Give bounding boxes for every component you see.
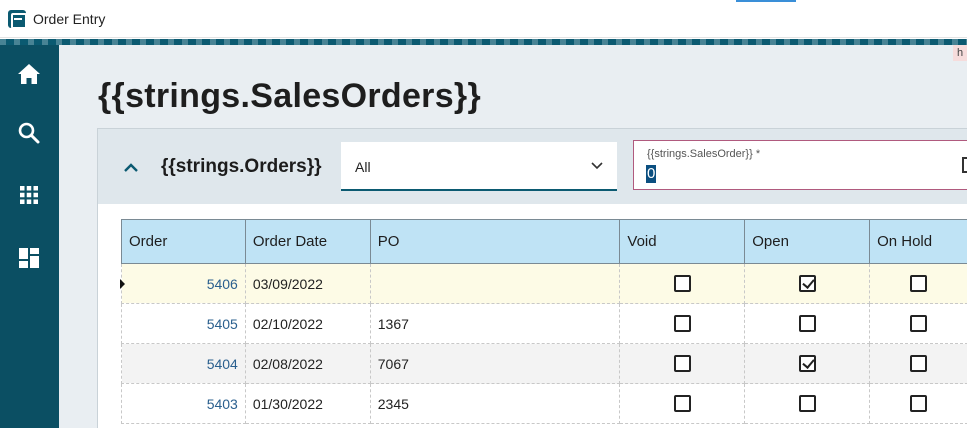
orders-panel: {{strings.Orders}} All {{strings.SalesOr… <box>97 128 967 428</box>
orders-grid: Order Order Date PO Void Open On Hold 54… <box>120 219 967 424</box>
table-row[interactable]: 5406 03/09/2022 <box>120 263 967 304</box>
on-hold-cell <box>869 303 967 344</box>
sidebar <box>0 45 59 428</box>
filter-value: All <box>355 159 371 175</box>
po-cell <box>369 263 621 304</box>
on-hold-checkbox[interactable] <box>910 355 928 373</box>
search-icon <box>18 122 40 144</box>
order-link[interactable]: 5405 <box>207 316 238 332</box>
column-header-order-date[interactable]: Order Date <box>244 219 371 264</box>
void-checkbox[interactable] <box>673 315 691 333</box>
order-date-cell: 01/30/2022 <box>244 383 371 424</box>
on-hold-checkbox[interactable] <box>910 315 928 333</box>
title-accent <box>736 0 796 2</box>
corner-badge: h <box>953 45 967 61</box>
order-date-cell: 03/09/2022 <box>244 263 371 304</box>
main-content: h {{strings.SalesOrders}} {{strings.Orde… <box>59 45 967 428</box>
table-row[interactable]: 5405 02/10/2022 1367 <box>121 303 967 344</box>
window-title: Order Entry <box>33 11 106 27</box>
order-number-cell[interactable]: 5406 <box>120 263 246 304</box>
sales-order-field[interactable]: {{strings.SalesOrder}} * 0 <box>633 140 967 190</box>
order-date-cell: 02/08/2022 <box>244 343 371 384</box>
search-button[interactable] <box>12 116 46 150</box>
column-header-void[interactable]: Void <box>619 219 746 264</box>
void-cell <box>619 383 746 424</box>
on-hold-cell <box>869 383 967 424</box>
title-bar: Order Entry <box>0 0 967 38</box>
po-cell: 1367 <box>369 303 621 344</box>
on-hold-checkbox[interactable] <box>910 275 928 293</box>
home-button[interactable] <box>12 57 46 91</box>
chevron-up-icon[interactable] <box>122 159 140 177</box>
column-header-order[interactable]: Order <box>121 219 246 264</box>
open-cell <box>744 383 871 424</box>
void-cell <box>619 303 746 344</box>
row-pointer-icon <box>120 279 125 289</box>
order-link[interactable]: 5406 <box>207 276 238 292</box>
order-filter-select[interactable]: All <box>341 142 617 191</box>
order-date-cell: 02/10/2022 <box>244 303 371 344</box>
open-checkbox[interactable] <box>798 275 816 293</box>
open-cell <box>744 263 871 304</box>
open-checkbox[interactable] <box>798 355 816 373</box>
void-checkbox[interactable] <box>673 355 691 373</box>
sales-order-label: {{strings.SalesOrder}} * <box>647 148 761 160</box>
app-logo-icon <box>8 10 27 29</box>
void-checkbox[interactable] <box>673 275 691 293</box>
column-header-on-hold[interactable]: On Hold <box>869 219 967 264</box>
open-cell <box>744 303 871 344</box>
column-header-po[interactable]: PO <box>369 219 621 264</box>
lookup-icon[interactable] <box>962 157 967 173</box>
dashboard-button[interactable] <box>12 241 46 275</box>
sales-order-input[interactable]: 0 <box>646 165 657 183</box>
open-checkbox[interactable] <box>798 315 816 333</box>
void-cell <box>619 263 746 304</box>
order-link[interactable]: 5404 <box>207 356 238 372</box>
column-header-open[interactable]: Open <box>744 219 871 264</box>
on-hold-checkbox[interactable] <box>910 395 928 413</box>
grid-header-row: Order Order Date PO Void Open On Hold <box>121 219 967 264</box>
order-number-cell[interactable]: 5405 <box>121 303 246 344</box>
page-title: {{strings.SalesOrders}} <box>98 77 481 115</box>
po-cell: 2345 <box>369 383 621 424</box>
panel-title: {{strings.Orders}} <box>161 156 322 177</box>
dashboard-icon <box>19 248 39 268</box>
on-hold-cell <box>869 263 967 304</box>
order-link[interactable]: 5403 <box>207 396 238 412</box>
table-row[interactable]: 5403 01/30/2022 2345 <box>121 383 967 424</box>
chevron-down-icon <box>591 162 603 170</box>
void-cell <box>619 343 746 384</box>
apps-button[interactable] <box>12 178 46 212</box>
order-number-cell[interactable]: 5403 <box>121 383 246 424</box>
open-checkbox[interactable] <box>798 395 816 413</box>
table-row[interactable]: 5404 02/08/2022 7067 <box>121 343 967 384</box>
open-cell <box>744 343 871 384</box>
po-cell: 7067 <box>369 343 621 384</box>
grid-area: Order Order Date PO Void Open On Hold 54… <box>98 204 967 428</box>
order-number-cell[interactable]: 5404 <box>121 343 246 384</box>
void-checkbox[interactable] <box>673 395 691 413</box>
home-icon <box>18 64 40 84</box>
grid-icon <box>20 186 38 204</box>
on-hold-cell <box>869 343 967 384</box>
